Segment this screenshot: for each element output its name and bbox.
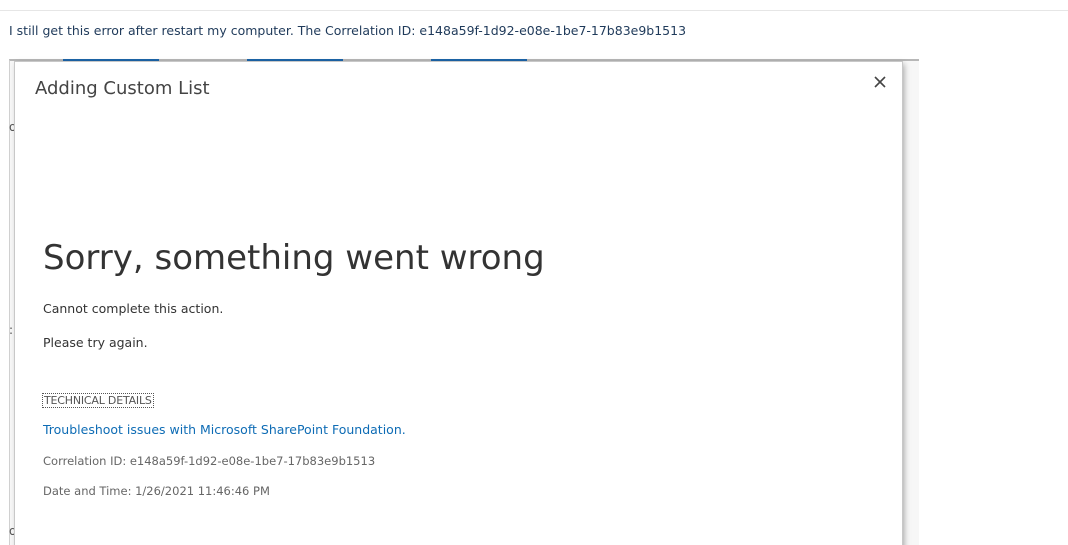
post-text: I still get this error after restart my … [9,23,687,38]
retry-message: Please try again. [43,335,148,350]
dialog-title: Adding Custom List [35,78,210,99]
close-button[interactable] [870,72,890,92]
date-time: Date and Time: 1/26/2021 11:46:46 PM [43,484,270,498]
divider [0,10,1068,11]
error-dialog: Adding Custom List Sorry, something went… [15,62,902,545]
close-icon [874,76,886,88]
technical-details-toggle[interactable]: TECHNICAL DETAILS [42,393,154,408]
error-message: Cannot complete this action. [43,301,224,316]
troubleshoot-link[interactable]: Troubleshoot issues with Microsoft Share… [43,422,406,437]
error-heading: Sorry, something went wrong [43,238,545,278]
page: I still get this error after restart my … [0,0,1068,545]
correlation-id: Correlation ID: e148a59f-1d92-e08e-1be7-… [43,454,376,468]
